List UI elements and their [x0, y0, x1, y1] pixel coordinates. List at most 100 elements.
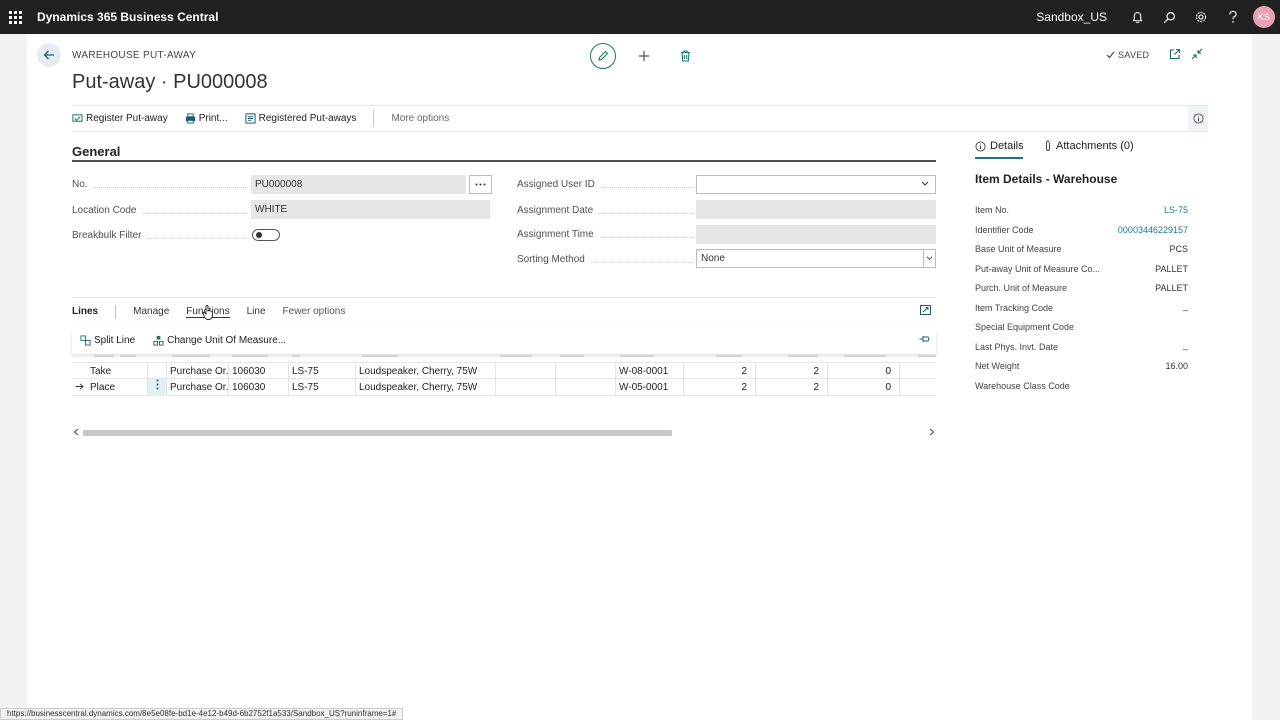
open-new-window-icon[interactable] — [1169, 48, 1183, 62]
assignment-date-field[interactable] — [696, 200, 936, 219]
register-putaway-label: Register Put-away — [86, 113, 168, 124]
search-icon[interactable] — [1153, 0, 1185, 34]
chevron-down-icon — [923, 250, 935, 267]
action-type-cell[interactable]: Take — [87, 363, 148, 380]
info-pane-toggle[interactable] — [1188, 106, 1208, 131]
environment-name[interactable]: Sandbox_US — [1036, 10, 1107, 24]
fact-label: Base Unit of Measure — [975, 244, 1062, 254]
tab-attachments[interactable]: Attachments (0) — [1044, 140, 1134, 152]
qty-handled-cell[interactable]: 0 — [828, 379, 900, 396]
lines-divider — [72, 297, 936, 298]
back-button[interactable] — [37, 43, 61, 67]
app-launcher-icon[interactable] — [0, 0, 30, 34]
change-uom-icon — [153, 335, 164, 346]
registered-putaways-button[interactable]: Registered Put-aways — [245, 113, 357, 124]
fact-label: Put-away Unit of Measure Co... — [975, 264, 1101, 274]
split-line-label: Split Line — [94, 335, 136, 346]
quantity-cell[interactable]: 2 — [684, 379, 756, 396]
table-row[interactable]: Place Purchase Or... 106030 LS-75 Loudsp… — [72, 379, 936, 396]
horizontal-scrollbar[interactable] — [72, 427, 936, 438]
change-uom-button[interactable]: Change Unit Of Measure... — [153, 335, 286, 346]
fact-value: 16.00 — [1165, 361, 1188, 371]
sorting-method-label-text: Sorting Method — [517, 254, 585, 265]
functions-menu: Split Line Change Unit Of Measure... — [72, 327, 936, 354]
empty-cell[interactable] — [556, 363, 616, 380]
trash-icon — [680, 50, 690, 62]
action-type-cell[interactable]: Place — [87, 379, 148, 396]
new-button[interactable] — [631, 43, 657, 69]
more-options-button[interactable]: More options — [391, 113, 449, 124]
tab-line[interactable]: Line — [247, 306, 266, 317]
register-putaway-button[interactable]: Register Put-away — [72, 113, 168, 124]
bin-code-cell[interactable]: W-05-0001 — [616, 379, 684, 396]
fact-value: _ — [1182, 301, 1188, 311]
app-title[interactable]: Dynamics 365 Business Central — [37, 10, 218, 24]
action-bar: Register Put-away Print... Registered Pu… — [72, 105, 1208, 132]
breakbulk-label-text: Breakbulk Filter — [72, 230, 142, 241]
info-icon — [975, 140, 986, 152]
help-icon[interactable] — [1217, 0, 1249, 34]
fact-label: Item No. — [975, 205, 1010, 215]
tab-manage[interactable]: Manage — [133, 306, 169, 317]
assignment-date-label-text: Assignment Date — [517, 205, 594, 216]
fact-value: PCS — [1169, 244, 1188, 254]
printer-icon — [185, 113, 195, 124]
assigned-user-dropdown[interactable] — [696, 175, 936, 194]
scrollbar-thumb[interactable] — [83, 430, 672, 436]
pin-icon[interactable] — [919, 335, 930, 346]
qty-to-handle-cell[interactable]: 2 — [756, 363, 828, 380]
empty-cell[interactable] — [496, 363, 556, 380]
bin-code-cell[interactable]: W-08-0001 — [616, 363, 684, 380]
collapse-icon[interactable] — [1191, 48, 1205, 62]
bell-icon[interactable] — [1121, 0, 1153, 34]
page-caption: WAREHOUSE PUT-AWAY — [72, 50, 197, 61]
fact-value: PALLET — [1155, 264, 1188, 274]
delete-button[interactable] — [672, 43, 698, 69]
item-no-link[interactable]: LS-75 — [1164, 205, 1188, 215]
qty-handled-cell[interactable]: 0 — [828, 363, 900, 380]
lines-title[interactable]: Lines — [72, 306, 98, 317]
ellipsis-icon — [475, 183, 486, 186]
breakbulk-field-label: Breakbulk Filter — [72, 230, 248, 241]
edit-button[interactable] — [590, 43, 616, 69]
assignment-time-field[interactable] — [696, 225, 936, 244]
general-section-title[interactable]: General — [72, 144, 120, 159]
scroll-right-icon — [929, 428, 935, 436]
row-menu-cell[interactable] — [148, 363, 167, 380]
fact-label: Item Tracking Code — [975, 303, 1054, 313]
source-document-cell[interactable]: Purchase Or... — [167, 379, 229, 396]
chevron-down-icon — [921, 181, 929, 186]
fewer-options-button[interactable]: Fewer options — [283, 306, 346, 317]
info-icon — [1192, 113, 1204, 124]
assigned-user-label: Assigned User ID — [517, 179, 693, 190]
qty-to-handle-cell[interactable]: 2 — [756, 379, 828, 396]
empty-cell[interactable] — [556, 379, 616, 396]
split-line-button[interactable]: Split Line — [80, 335, 135, 346]
user-avatar[interactable]: KS — [1253, 6, 1275, 28]
row-menu-button[interactable] — [148, 379, 167, 396]
expand-icon[interactable] — [920, 305, 931, 318]
description-cell[interactable]: Loudspeaker, Cherry, 75W — [356, 363, 496, 380]
active-tab-indicator — [975, 157, 1023, 159]
gear-icon[interactable] — [1185, 0, 1217, 34]
registered-putaways-label: Registered Put-aways — [258, 113, 357, 124]
item-no-cell[interactable]: LS-75 — [289, 363, 356, 380]
source-no-cell[interactable]: 106030 — [229, 363, 289, 380]
breakbulk-toggle[interactable] — [252, 229, 280, 241]
sorting-method-select[interactable]: None — [696, 249, 936, 268]
top-bar: Dynamics 365 Business Central Sandbox_US… — [0, 0, 1280, 34]
location-code-field[interactable]: WHITE — [251, 200, 490, 219]
source-no-cell[interactable]: 106030 — [229, 379, 289, 396]
empty-cell[interactable] — [496, 379, 556, 396]
no-field[interactable]: PU000008 — [251, 175, 466, 194]
quantity-cell[interactable]: 2 — [684, 363, 756, 380]
table-row[interactable]: Take Purchase Or... 106030 LS-75 Loudspe… — [72, 362, 936, 380]
item-no-cell[interactable]: LS-75 — [289, 379, 356, 396]
source-document-cell[interactable]: Purchase Or... — [167, 363, 229, 380]
print-button[interactable]: Print... — [185, 113, 228, 124]
tab-details[interactable]: Details — [975, 140, 1024, 152]
description-cell[interactable]: Loudspeaker, Cherry, 75W — [356, 379, 496, 396]
assignment-time-label: Assignment Time — [517, 229, 693, 240]
identifier-code-link[interactable]: 00003446229157 — [1118, 225, 1188, 235]
no-assist-button[interactable] — [469, 175, 492, 194]
